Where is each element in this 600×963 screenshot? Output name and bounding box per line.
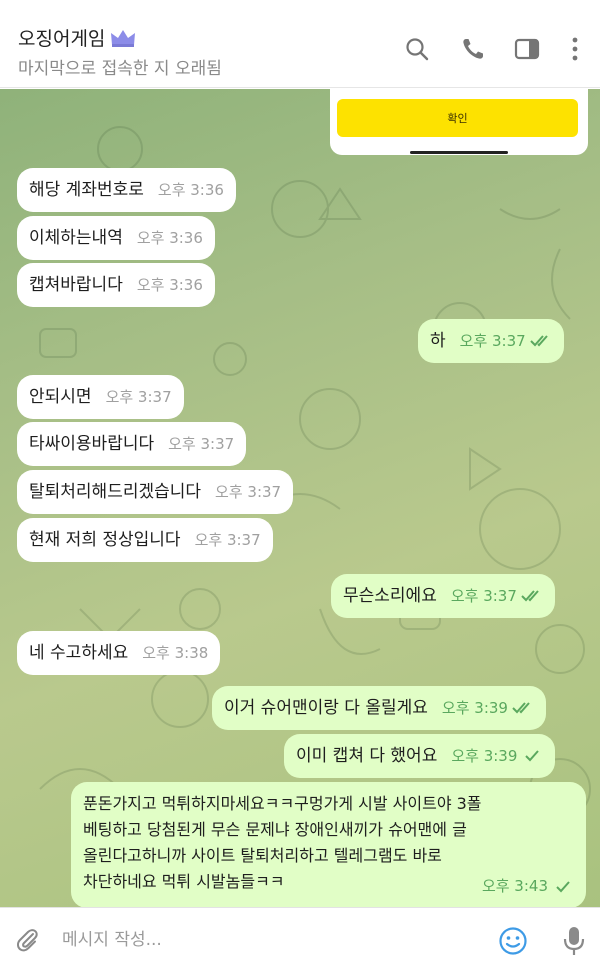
confirm-button[interactable]: 확인: [337, 99, 578, 137]
message-bubble[interactable]: 캡쳐바랍니다 오후 3:36: [17, 263, 215, 307]
message-time: 오후 3:38: [142, 644, 209, 662]
message-text: 이체하는내역: [29, 228, 123, 248]
message-bubble[interactable]: 안되시면 오후 3:37: [17, 375, 184, 419]
phone-icon[interactable]: [460, 36, 486, 62]
message-text: 이거 슈어맨이랑 다 올릴게요: [224, 698, 428, 718]
message-text: 해당 계좌번호로: [29, 180, 144, 200]
message-time: 오후 3:39: [441, 699, 508, 717]
double-check-icon: [529, 334, 552, 348]
message-text: 캡쳐바랍니다: [29, 275, 123, 295]
microphone-icon[interactable]: [562, 925, 586, 957]
message-text: 네 수고하세요: [29, 643, 129, 663]
message-bubble[interactable]: 현재 저희 정상입니다 오후 3:37: [17, 518, 273, 562]
message-text: 탈퇴처리해드리겠습니다: [29, 482, 202, 502]
message-time: 오후 3:36: [157, 181, 224, 199]
message-bubble[interactable]: 이거 슈어맨이랑 다 올릴게요 오후 3:39: [212, 686, 546, 730]
message-bubble[interactable]: 이미 캡쳐 다 했어요 오후 3:39: [284, 734, 556, 778]
message-area[interactable]: 확인 해당 계좌번호로 오후 3:36 이체하는내역 오후 3:36 캡쳐바랍니다 오…: [0, 89, 600, 907]
message-text: 무슨소리에요: [343, 586, 437, 606]
crown-icon: [109, 28, 137, 48]
message-bubble[interactable]: 해당 계좌번호로 오후 3:36: [17, 168, 236, 212]
message-text: 이미 캡쳐 다 했어요: [296, 746, 438, 766]
check-icon: [521, 749, 543, 763]
confirm-card: 확인: [330, 89, 588, 155]
message-text: 하: [430, 331, 446, 351]
message-bubble[interactable]: 하 오후 3:37: [418, 319, 564, 363]
message-bubble[interactable]: 무슨소리에요 오후 3:37: [331, 574, 555, 618]
double-check-icon: [512, 701, 534, 715]
home-indicator: [410, 151, 508, 154]
message-line: 베팅하고 당첨된게 무슨 문제냐 장애인새끼가 슈어맨에 글: [83, 820, 467, 839]
chat-status: 마지막으로 접속한 지 오래됨: [18, 59, 222, 79]
message-bubble[interactable]: 타싸이용바랍니다 오후 3:37: [17, 422, 247, 466]
message-line: 푼돈가지고 먹튀하지마세요ㅋㅋ구멍가게 시발 사이트야 3폴: [83, 794, 482, 813]
message-time: 오후 3:43: [481, 877, 548, 895]
message-bubble[interactable]: 이체하는내역 오후 3:36: [17, 216, 215, 260]
more-icon[interactable]: [562, 36, 588, 62]
message-input[interactable]: [62, 926, 482, 954]
message-text: 현재 저희 정상입니다: [29, 530, 181, 550]
message-time: 오후 3:37: [450, 587, 517, 605]
sidebar-icon[interactable]: [514, 36, 540, 62]
paperclip-icon[interactable]: [14, 926, 42, 954]
message-line: 올린다고하니까 사이트 탈퇴처리하고 텔레그램도 바로: [83, 846, 442, 865]
chat-title[interactable]: 오징어게임: [18, 24, 105, 51]
message-text: 안되시면: [29, 387, 92, 407]
chat-header: 오징어게임 마지막으로 접속한 지 오래됨: [0, 0, 600, 88]
message-time: 오후 3:36: [136, 229, 203, 247]
message-time: 오후 3:37: [194, 531, 261, 549]
message-time: 오후 3:37: [215, 483, 282, 501]
emoji-icon[interactable]: [498, 926, 528, 956]
message-time: 오후 3:37: [105, 388, 172, 406]
message-time: 오후 3:37: [459, 332, 526, 350]
search-icon[interactable]: [404, 36, 430, 62]
message-time: 오후 3:37: [168, 435, 235, 453]
check-icon: [552, 880, 574, 894]
message-time: 오후 3:39: [451, 747, 518, 765]
double-check-icon: [521, 589, 543, 603]
composer: [0, 907, 600, 963]
message-bubble[interactable]: 푼돈가지고 먹튀하지마세요ㅋㅋ구멍가게 시발 사이트야 3폴 베팅하고 당첨된게…: [71, 782, 586, 907]
message-bubble[interactable]: 탈퇴처리해드리겠습니다 오후 3:37: [17, 470, 294, 514]
message-text: 타싸이용바랍니다: [29, 434, 155, 454]
title-row: 오징어게임: [18, 24, 137, 51]
message-time: 오후 3:36: [136, 276, 203, 294]
message-bubble[interactable]: 네 수고하세요 오후 3:38: [17, 631, 221, 675]
